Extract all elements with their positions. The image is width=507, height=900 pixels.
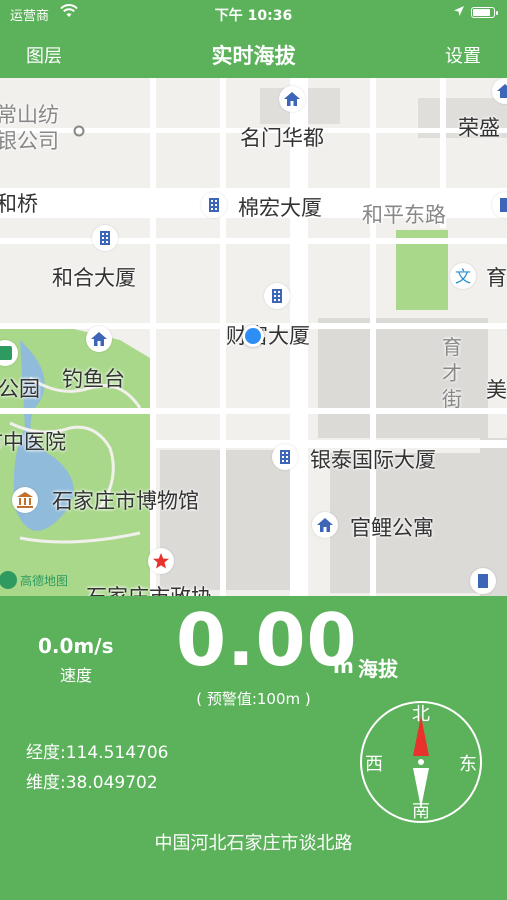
warning-text: ( 预警值:100m ) [196, 690, 311, 708]
svg-text:高德地图: 高德地图 [20, 573, 68, 588]
compass-south: 南 [412, 801, 430, 822]
status-bar: 运营商 下午 10:36 [0, 0, 507, 28]
map-label-guanli: 官鲤公寓 [350, 516, 434, 540]
info-panel: 0.0m/s 速度 0.00 m 海拔 ( 预警值:100m ) 经度:114.… [0, 596, 507, 900]
address-label: 中国河北石家庄市谈北路 [154, 833, 353, 854]
compass-east: 东 [459, 754, 477, 775]
map-label-hehe: 和合大厦 [52, 266, 136, 290]
map-label-bridge: 和桥 [0, 192, 38, 216]
map-label-mei: 美 [486, 378, 507, 402]
compass-north: 北 [412, 704, 430, 725]
museum-icon[interactable] [12, 487, 38, 513]
location-arrow-icon [453, 5, 465, 21]
map-label-mianhong: 棉宏大厦 [238, 196, 322, 220]
map-label-yucai-street: 育 才 街 [442, 335, 462, 411]
speed-label: 速度 [60, 666, 93, 685]
svg-text:文: 文 [455, 267, 471, 285]
map-watermark: 高德地图 [0, 569, 76, 591]
nav-bar: 图层 实时海拔 设置 [0, 28, 507, 78]
map-label-mingmen: 名门华都 [240, 126, 324, 150]
current-location-marker [242, 325, 264, 347]
longitude-value: 经度:114.514706 [26, 743, 169, 763]
building-icon[interactable] [272, 444, 298, 470]
map-label-zhongyi: 市中医院 [0, 430, 66, 454]
building-icon[interactable] [92, 225, 118, 251]
compass-west: 西 [365, 754, 383, 775]
status-time: 下午 10:36 [214, 8, 293, 24]
house-icon[interactable] [86, 326, 112, 352]
speed-value: 0.0m/s [38, 634, 114, 658]
altitude-unit: m [333, 654, 354, 678]
map-label-yu: 育 [486, 266, 507, 290]
building-icon[interactable] [470, 568, 496, 594]
altitude-label: 海拔 [358, 657, 398, 681]
building-icon[interactable] [264, 283, 290, 309]
map-label-museum: 石家庄市博物馆 [52, 489, 199, 513]
compass: 北 南 东 西 [359, 700, 483, 824]
map-label-yintai: 银泰国际大厦 [310, 448, 436, 472]
settings-button[interactable]: 设置 [445, 42, 481, 68]
map-label-park: 公园 [0, 377, 40, 401]
map-label-ronghua: 荣盛 [458, 116, 500, 140]
latitude-value: 维度:38.049702 [26, 773, 158, 793]
battery-icon [471, 7, 498, 18]
culture-icon[interactable]: 文 [450, 263, 476, 289]
map-label-diaoyutai: 钓鱼台 [62, 367, 125, 391]
house-icon[interactable] [279, 86, 305, 112]
map-label-heping-road: 和平东路 [362, 203, 446, 227]
house-icon[interactable] [312, 512, 338, 538]
altitude-value: 0.00 [176, 598, 358, 682]
building-icon[interactable] [201, 192, 227, 218]
map-label-top-left: 常山纺 银公司 [0, 103, 59, 153]
map-label-caifu: 财富大厦 [226, 324, 310, 348]
map-label-zhengfu: 石家庄市政协 [86, 581, 212, 596]
star-icon[interactable] [148, 548, 174, 574]
map-point-icon [66, 118, 92, 144]
page-title: 实时海拔 [211, 44, 296, 68]
battery-fill [473, 9, 491, 16]
map-view[interactable]: 常山纺 银公司 名门华都 荣盛 和桥 棉宏大厦 和平东路 和合大厦 育 财富大厦… [0, 78, 507, 596]
